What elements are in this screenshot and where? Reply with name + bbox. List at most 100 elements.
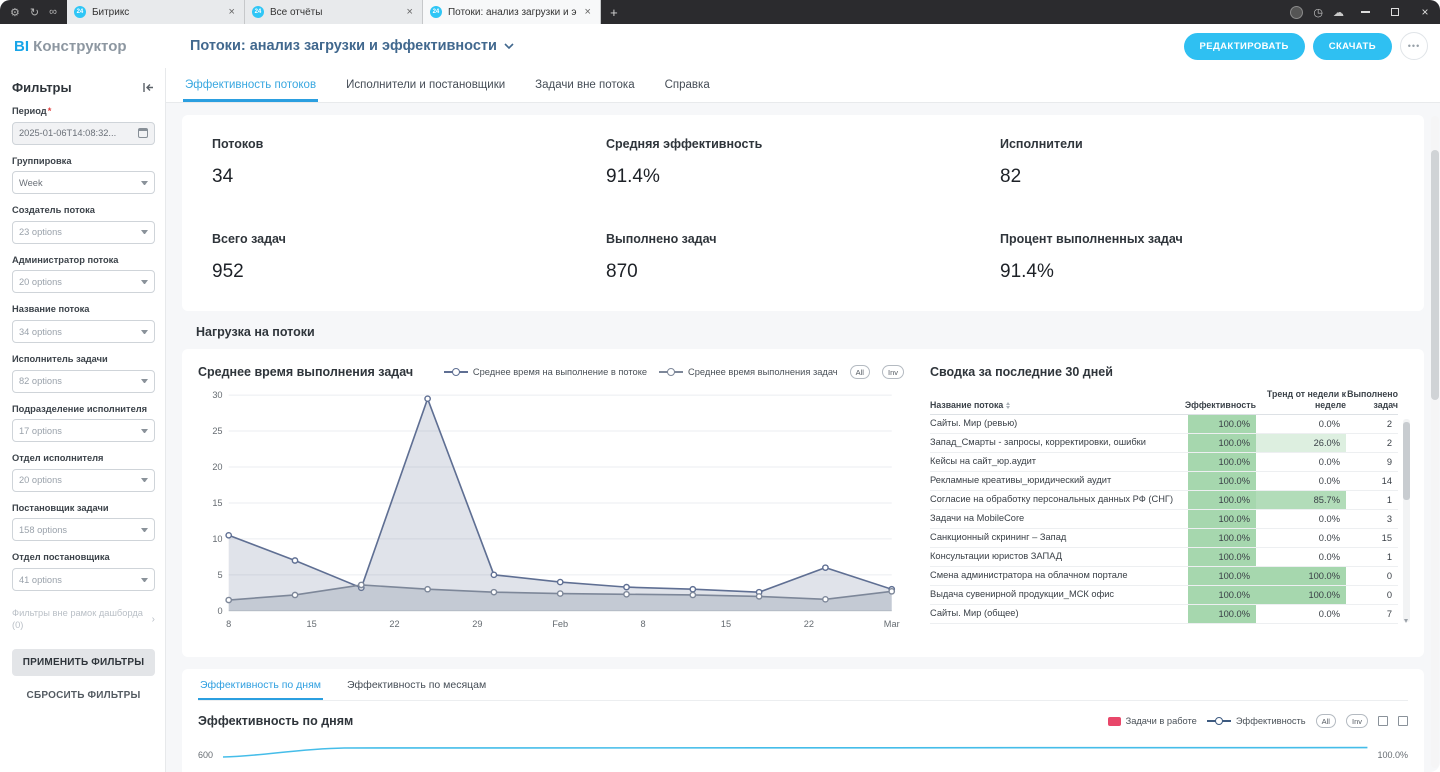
grouping-select[interactable]: Week [12, 171, 155, 194]
task-assignee-select[interactable]: 82 options [12, 370, 155, 393]
tab-efficiency-by-month[interactable]: Эффективность по месяцам [345, 669, 488, 700]
more-menu-button[interactable]: ••• [1400, 32, 1428, 60]
legend-tasks-in-progress[interactable]: Задачи в работе [1108, 716, 1197, 726]
table-row: Кейсы на сайт_юр.аудит 100.0% 0.0% 9 [930, 453, 1398, 472]
filters-title: Фильтры [12, 80, 72, 95]
edit-button[interactable]: РЕДАКТИРОВАТЬ [1184, 33, 1305, 60]
summary-table-header: Название потока Эффективность Тренд от н… [930, 389, 1398, 415]
tab-efficiency-by-day[interactable]: Эффективность по дням [198, 669, 323, 700]
dashboard-title-dropdown[interactable]: Потоки: анализ загрузки и эффективности [190, 38, 514, 54]
browser-tab-flows[interactable]: 24 Потоки: анализ загрузки и эф × [423, 0, 601, 24]
filters-sidebar: Фильтры Период* 2025-01-06T14:08:32... Г… [0, 68, 166, 772]
svg-text:Feb: Feb [552, 619, 568, 629]
daily-chart-sliver: 600 100.0% [198, 744, 1408, 760]
bitrix24-favicon: 24 [252, 6, 264, 18]
browser-tab-strip: 24 Битрикс × 24 Все отчёты × 24 Потоки: … [67, 0, 627, 24]
link-icon[interactable]: ∞ [49, 6, 57, 18]
cloud-icon[interactable]: ☁ [1333, 6, 1344, 19]
table-scrollbar[interactable] [1403, 419, 1410, 622]
window-scrollbar-thumb[interactable] [1431, 150, 1439, 400]
creator-dept-select[interactable]: 41 options [12, 568, 155, 591]
toggle-inv-button[interactable]: Inv [1346, 714, 1368, 728]
col-efficiency[interactable]: Эффективность [1188, 400, 1256, 411]
line-marker-icon [1207, 720, 1231, 722]
daily-right-tick: 100.0% [1377, 750, 1408, 760]
svg-text:8: 8 [641, 619, 646, 629]
kpi-card: Потоков 34 Средняя эффективность 91.4% И… [182, 115, 1424, 311]
tab-close-icon[interactable]: × [583, 6, 593, 18]
table-scrollbar-thumb[interactable] [1403, 422, 1410, 500]
toggle-all-button[interactable]: All [850, 365, 870, 379]
scroll-down-icon[interactable] [1404, 619, 1408, 623]
download-button[interactable]: СКАЧАТЬ [1313, 33, 1392, 60]
tab-tasks-outside-flow[interactable]: Задачи вне потока [533, 68, 636, 102]
col-done[interactable]: Выполнено задач [1346, 389, 1398, 410]
close-button[interactable]: × [1410, 0, 1440, 24]
tab-help[interactable]: Справка [663, 68, 712, 102]
flow-creator-select[interactable]: 23 options [12, 221, 155, 244]
tab-close-icon[interactable]: × [405, 6, 415, 18]
svg-text:5: 5 [217, 570, 222, 580]
line-marker-icon [659, 371, 683, 373]
new-tab-button[interactable]: + [601, 0, 627, 24]
time-chart-title: Среднее время выполнения задач [198, 365, 413, 379]
filter-creator-dept: Отдел постановщика 41 options [12, 552, 155, 591]
history-icon[interactable]: ◷ [1313, 6, 1323, 19]
legend-series-flow[interactable]: Среднее время на выполнение в потоке [444, 367, 647, 377]
time-chart-legend: Среднее время на выполнение в потоке Сре… [444, 365, 904, 379]
daily-chart-title: Эффективность по дням [198, 714, 353, 728]
filter-flow-name: Название потока 34 options [12, 304, 155, 343]
flow-name-select[interactable]: 34 options [12, 320, 155, 343]
browser-tab-bitrix[interactable]: 24 Битрикс × [67, 0, 245, 24]
tab-flow-efficiency[interactable]: Эффективность потоков [183, 68, 318, 102]
chevron-down-icon [141, 528, 148, 532]
fullscreen-icon[interactable] [1398, 716, 1408, 726]
settings-icon[interactable]: ⚙ [10, 6, 20, 19]
window-scrollbar[interactable] [1431, 116, 1439, 768]
daily-y-tick: 600 [198, 750, 213, 760]
svg-text:30: 30 [212, 390, 222, 400]
legend-series-tasks[interactable]: Среднее время выполнения задач [659, 367, 838, 377]
legend-efficiency[interactable]: Эффективность [1207, 716, 1306, 726]
toggle-inv-button[interactable]: Inv [882, 365, 904, 379]
toggle-all-button[interactable]: All [1316, 714, 1336, 728]
app-logo: BI Конструктор [0, 38, 166, 55]
chevron-down-icon [141, 280, 148, 284]
maximize-button[interactable] [1380, 0, 1410, 24]
red-square-icon [1108, 717, 1121, 726]
apply-filters-button[interactable]: ПРИМЕНИТЬ ФИЛЬТРЫ [12, 649, 155, 676]
flow-admin-select[interactable]: 20 options [12, 270, 155, 293]
browser-tab-reports[interactable]: 24 Все отчёты × [245, 0, 423, 24]
filter-period: Период* 2025-01-06T14:08:32... [12, 106, 155, 145]
daily-chart-legend: Задачи в работе Эффективность All Inv [1108, 714, 1408, 728]
assignee-division-select[interactable]: 17 options [12, 419, 155, 442]
svg-text:20: 20 [212, 462, 222, 472]
svg-text:10: 10 [212, 534, 222, 544]
svg-text:22: 22 [389, 619, 399, 629]
daily-tabbar: Эффективность по дням Эффективность по м… [198, 669, 1408, 701]
calendar-icon [138, 128, 148, 138]
browser-window: ⚙ ↻ ∞ 24 Битрикс × 24 Все отчёты × 24 По… [0, 0, 1440, 772]
assignee-dept-select[interactable]: 20 options [12, 469, 155, 492]
reset-filters-button[interactable]: СБРОСИТЬ ФИЛЬТРЫ [12, 690, 155, 701]
table-row: Задачи на MobileCore 100.0% 0.0% 3 [930, 510, 1398, 529]
expand-icon[interactable] [1378, 716, 1388, 726]
outer-filters-link[interactable]: Фильтры вне рамок дашборда (0) › [12, 607, 155, 631]
table-row: Смена администратора на облачном портале… [930, 567, 1398, 586]
period-input[interactable]: 2025-01-06T14:08:32... [12, 122, 155, 145]
collapse-sidebar-icon[interactable] [142, 82, 155, 93]
profile-icon[interactable] [1290, 6, 1303, 19]
reload-icon[interactable]: ↻ [30, 6, 39, 19]
chevron-down-icon [141, 478, 148, 482]
tab-assignees-creators[interactable]: Исполнители и постановщики [344, 68, 507, 102]
filter-assignee-division: Подразделение исполнителя 17 options [12, 404, 155, 443]
task-creator-select[interactable]: 158 options [12, 518, 155, 541]
svg-text:25: 25 [212, 426, 222, 436]
tab-close-icon[interactable]: × [227, 6, 237, 18]
svg-text:15: 15 [212, 498, 222, 508]
kpi-assignees: Исполнители 82 [1000, 137, 1394, 188]
svg-text:15: 15 [721, 619, 731, 629]
minimize-button[interactable] [1350, 0, 1380, 24]
col-trend[interactable]: Тренд от недели к неделе [1256, 389, 1346, 410]
col-flow-name[interactable]: Название потока [930, 400, 1188, 411]
